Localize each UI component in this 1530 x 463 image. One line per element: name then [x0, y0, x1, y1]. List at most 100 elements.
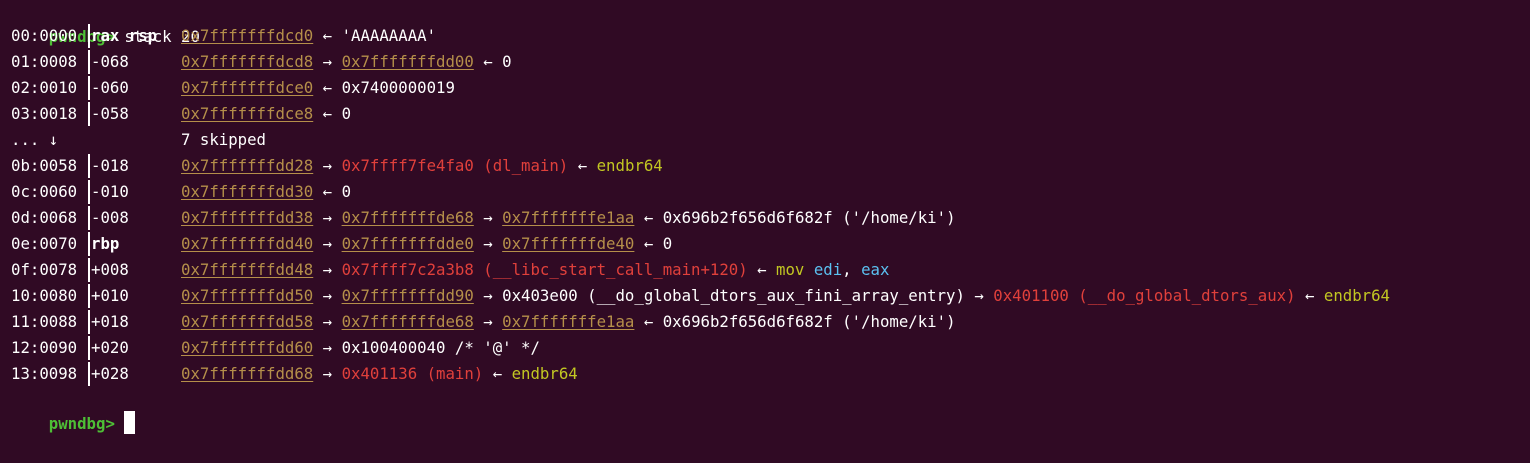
stack-index: 0b:0058 — [11, 156, 78, 175]
deref-arrow: ← — [634, 312, 663, 331]
stack-address-link[interactable]: 0x7fffffffdd00 — [342, 52, 474, 71]
stack-row: 00:0000 rax rsp 0x7fffffffdcd0 ← 'AAAAAAAA… — [11, 23, 436, 49]
stack-address-link[interactable]: 0x7fffffffdd30 — [181, 182, 313, 201]
stack-row: 03:0018 -058 0x7fffffffdce8 ← 0 — [11, 101, 351, 127]
value-text: 0x7400000019 — [341, 78, 455, 97]
stack-offset: -008 — [91, 208, 129, 227]
stack-offset: -058 — [91, 104, 129, 123]
stack-address-link[interactable]: 0x7fffffffe1aa — [502, 208, 634, 227]
stack-address-link[interactable]: 0x7fffffffdd68 — [181, 364, 313, 383]
stack-row: 10:0080 +010 0x7fffffffdd50 → 0x7fffffffdd… — [11, 283, 1390, 309]
stack-row: 02:0010 -060 0x7fffffffdce0 ← 0x7400000019 — [11, 75, 455, 101]
deref-arrow: ← — [473, 52, 503, 71]
pointer-arrow: → — [313, 52, 342, 71]
register-operand: edi — [813, 260, 843, 279]
stack-address-link[interactable]: 0x7fffffffdd50 — [181, 286, 313, 305]
deref-arrow: ← — [313, 104, 342, 123]
stack-row: 01:0008 -068 0x7fffffffdcd8 → 0x7fffffffdd… — [11, 49, 512, 75]
stack-offset: +010 — [91, 286, 129, 305]
stack-address-link[interactable]: 0x7fffffffde68 — [342, 208, 474, 227]
value-text: 0x696b2f656d6f682f ('/home/ki') — [662, 312, 956, 331]
stack-address-link[interactable]: 0x7fffffffdce0 — [181, 78, 313, 97]
value-text: 0 — [341, 104, 352, 123]
stack-offset: -018 — [91, 156, 129, 175]
stack-row: 0c:0060 -010 0x7fffffffdd30 ← 0 — [11, 179, 351, 205]
shell-prompt: pwndbg> — [48, 414, 115, 433]
stack-index: 02:0010 — [11, 78, 78, 97]
stack-index: 0f:0078 — [11, 260, 78, 279]
value-text: , — [842, 260, 862, 279]
skipped-row: ... ↓ 7 skipped — [11, 127, 266, 153]
instruction: endbr64 — [1323, 286, 1390, 305]
stack-address-link[interactable]: 0x7fffffffdd60 — [181, 338, 313, 357]
stack-index: 0d:0068 — [11, 208, 78, 227]
code-pointer: 0x401100 (__do_global_dtors_aux) — [993, 286, 1296, 305]
deref-arrow: ← — [634, 234, 663, 253]
deref-arrow: ← — [313, 78, 342, 97]
stack-address-link[interactable]: 0x7fffffffde40 — [502, 234, 634, 253]
stack-address-link[interactable]: 0x7fffffffdd38 — [181, 208, 313, 227]
pointer-arrow: → — [313, 260, 342, 279]
register-operand: eax — [861, 260, 890, 279]
stack-index: 13:0098 — [11, 364, 78, 383]
deref-arrow: ← — [747, 260, 777, 279]
skipped-count: 7 skipped — [181, 130, 267, 149]
value-text: 0x696b2f656d6f682f ('/home/ki') — [662, 208, 956, 227]
stack-index: 0e:0070 — [11, 234, 78, 253]
command-line: pwndbg> stack 20 — [11, 0, 200, 46]
stack-offset: +028 — [91, 364, 129, 383]
instruction: endbr64 — [596, 156, 663, 175]
stack-address-link[interactable]: 0x7fffffffdd40 — [181, 234, 313, 253]
stack-address-link[interactable]: 0x7fffffffdd28 — [181, 156, 313, 175]
stack-index: 0c:0060 — [11, 182, 78, 201]
pointer-arrow: → — [964, 286, 994, 305]
pointer-arrow: → — [313, 234, 342, 253]
pointer-arrow: → — [473, 234, 503, 253]
value-text: 0 — [662, 234, 673, 253]
stack-address-link[interactable]: 0x7fffffffdd90 — [342, 286, 474, 305]
stack-row: 13:0098 +028 0x7fffffffdd68 → 0x401136 (ma… — [11, 361, 578, 387]
register-label: rbp — [91, 234, 120, 253]
stack-address-link[interactable]: 0x7fffffffde68 — [342, 312, 474, 331]
stack-index: 01:0008 — [11, 52, 78, 71]
stack-offset: -060 — [91, 78, 129, 97]
pointer-arrow: → — [473, 208, 503, 227]
stack-offset: +020 — [91, 338, 129, 357]
value-text: 0 — [502, 52, 512, 71]
stack-row: 12:0090 +020 0x7fffffffdd60 → 0x100400040 … — [11, 335, 540, 361]
stack-address-link[interactable]: 0x7fffffffe1aa — [502, 312, 634, 331]
input-line[interactable]: pwndbg> — [11, 385, 136, 434]
pointer-arrow: → — [313, 286, 342, 305]
value-text: 0 — [341, 182, 352, 201]
deref-arrow: ← — [313, 182, 342, 201]
stack-index: ... ↓ — [11, 130, 59, 149]
stack-row: 0b:0058 -018 0x7fffffffdd28 → 0x7ffff7fe4f… — [11, 153, 663, 179]
pointer-arrow: → — [473, 286, 503, 305]
terminal-window[interactable]: pwndbg> stack 20 00:0000 rax rsp 0x7ffffff… — [0, 0, 1530, 434]
text-cursor — [124, 411, 136, 434]
stack-address-link[interactable]: 0x7fffffffdcd0 — [181, 26, 313, 45]
value-text: 'AAAAAAAA' — [341, 26, 437, 45]
deref-arrow: ← — [1295, 286, 1324, 305]
stack-offset: -010 — [91, 182, 129, 201]
stack-row: 0d:0068 -008 0x7fffffffdd38 → 0x7fffffffde… — [11, 205, 956, 231]
deref-arrow: ← — [568, 156, 597, 175]
code-pointer: 0x401136 (main) — [341, 364, 484, 383]
code-pointer: 0x7ffff7c2a3b8 (__libc_start_call_main+1… — [341, 260, 748, 279]
value-text: 0x403e00 (__do_global_dtors_aux_fini_arr… — [502, 286, 965, 305]
stack-index: 00:0000 — [11, 26, 78, 45]
pointer-arrow: → — [313, 208, 342, 227]
stack-address-link[interactable]: 0x7fffffffdce8 — [181, 104, 313, 123]
stack-offset: -068 — [91, 52, 129, 71]
stack-offset: +018 — [91, 312, 129, 331]
register-label: rax rsp — [91, 26, 158, 45]
pointer-arrow: → — [313, 364, 342, 383]
stack-address-link[interactable]: 0x7fffffffdd58 — [181, 312, 313, 331]
stack-address-link[interactable]: 0x7fffffffdde0 — [342, 234, 474, 253]
stack-index: 03:0018 — [11, 104, 78, 123]
deref-arrow: ← — [483, 364, 512, 383]
stack-address-link[interactable]: 0x7fffffffdcd8 — [181, 52, 313, 71]
deref-arrow: ← — [634, 208, 663, 227]
stack-address-link[interactable]: 0x7fffffffdd48 — [181, 260, 313, 279]
stack-index: 12:0090 — [11, 338, 78, 357]
